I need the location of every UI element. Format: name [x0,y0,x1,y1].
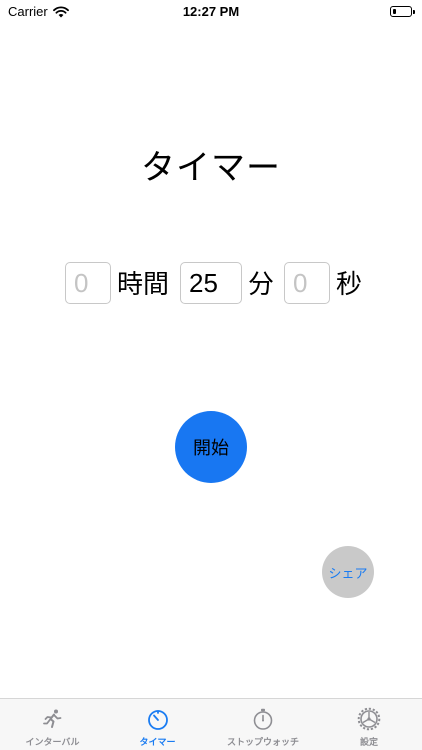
start-button[interactable]: 開始 [175,411,247,483]
hours-unit-label: 時間 [117,270,170,300]
minutes-input[interactable]: 25 [180,262,242,304]
timer-icon [147,710,168,730]
timer-input-row: 0 時間 25 分 0 秒 [0,262,422,308]
tab-bar: インターバル タイマー ストップウォッチ 設定 [0,698,422,750]
settings-icon [357,707,381,731]
tab-interval-label: インターバル [25,738,80,748]
tab-interval[interactable]: インターバル [0,699,105,750]
tab-stopwatch-label: ストップウォッチ [226,738,299,748]
seconds-input[interactable]: 0 [284,262,330,304]
hours-input[interactable]: 0 [65,262,111,304]
status-bar: Carrier 12:27 PM [0,0,422,24]
seconds-unit-label: 秒 [336,270,363,300]
battery-level [393,9,396,14]
page-title: タイマー [141,148,281,188]
status-time: 12:27 PM [182,4,240,19]
minutes-unit-label: 分 [248,270,275,300]
runner-icon [42,709,61,728]
battery-icon [390,6,415,17]
tab-settings[interactable]: 設定 [316,699,422,750]
share-button[interactable]: シェア [322,546,374,598]
tab-settings-label: 設定 [359,738,378,748]
stopwatch-icon [253,708,273,730]
tab-stopwatch[interactable]: ストップウォッチ [210,699,316,750]
tab-timer[interactable]: タイマー [105,699,210,750]
tab-timer-label: タイマー [139,738,176,748]
